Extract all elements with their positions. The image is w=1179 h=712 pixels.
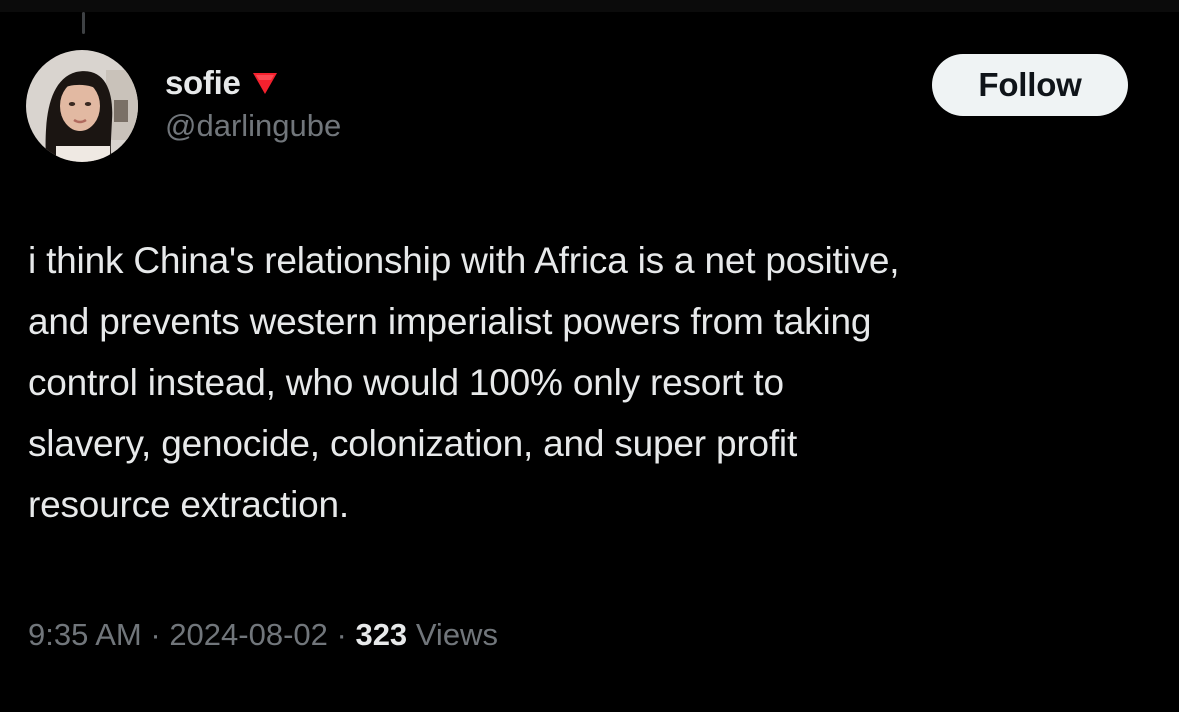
tweet-text-line: control instead, who would 100% only res… <box>28 362 784 403</box>
avatar-photo <box>26 50 138 162</box>
meta-separator: · <box>327 617 356 652</box>
thread-connector-line <box>82 12 85 34</box>
author-display-name[interactable]: sofie <box>165 64 241 102</box>
follow-button[interactable]: Follow <box>932 54 1128 116</box>
tweet-text-line: and prevents western imperialist powers … <box>28 301 872 342</box>
views-label: Views <box>415 617 498 652</box>
tweet-text-line: i think China's relationship with Africa… <box>28 240 900 281</box>
tweet-metadata: 9:35 AM · 2024-08-02 · 323 Views <box>28 617 498 653</box>
tweet-date[interactable]: 2024-08-02 <box>169 617 328 652</box>
red-triangle-down-icon <box>251 70 279 96</box>
tweet-text-line: resource extraction. <box>28 484 349 525</box>
avatar[interactable] <box>26 50 138 162</box>
views-count: 323 <box>355 617 408 652</box>
top-strip <box>0 0 1179 12</box>
author-handle[interactable]: @darlingube <box>165 108 341 144</box>
tweet-text: i think China's relationship with Africa… <box>28 230 1138 535</box>
tweet-time[interactable]: 9:35 AM <box>28 617 142 652</box>
author-name-row: sofie <box>165 62 341 104</box>
tweet-text-line: slavery, genocide, colonization, and sup… <box>28 423 798 464</box>
meta-separator: · <box>141 617 170 652</box>
author-info: sofie @darlingube <box>165 62 341 144</box>
